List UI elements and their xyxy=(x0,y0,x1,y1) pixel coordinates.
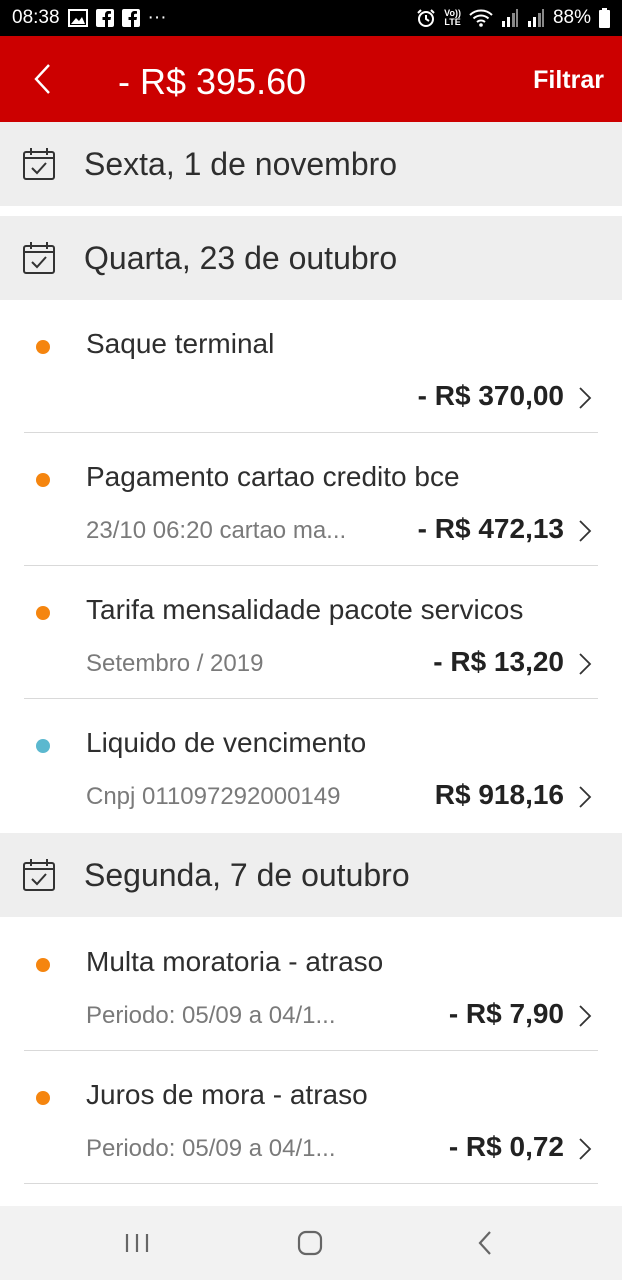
transaction-subtitle: Setembro / 2019 xyxy=(86,650,264,677)
more-notifications-icon: ··· xyxy=(147,7,167,28)
transaction-amount: - R$ 7,90 xyxy=(448,998,564,1029)
system-back-button[interactable] xyxy=(465,1226,505,1260)
balance-title: - R$ 395.60 xyxy=(118,61,307,102)
status-time: 08:38 xyxy=(12,7,60,28)
facebook-icon xyxy=(95,9,114,27)
transaction-amount: - R$ 370,00 xyxy=(417,380,564,411)
gallery-icon xyxy=(67,9,88,27)
date-label: Quarta, 23 de outubro xyxy=(84,239,398,276)
signal-icon xyxy=(501,9,519,27)
transaction-status-dot xyxy=(36,958,50,972)
back-arrow-icon xyxy=(34,64,50,94)
date-header: Segunda, 7 de outubro xyxy=(0,833,622,917)
chevron-right-icon xyxy=(579,387,592,409)
system-nav-bar xyxy=(0,1206,622,1280)
transaction-row[interactable]: Saque terminal - R$ 370,00 xyxy=(0,300,622,433)
transaction-status-dot xyxy=(36,340,50,354)
app-header: - R$ 395.60 Filtrar xyxy=(0,36,622,122)
transaction-subtitle: Cnpj 011097292000149 xyxy=(86,783,341,810)
back-icon xyxy=(478,1231,491,1255)
transaction-subtitle: 23/10 06:20 cartao ma... xyxy=(86,517,347,544)
wifi-icon xyxy=(469,9,493,27)
transaction-row[interactable]: Tarifa mensalidade pacote servicos Setem… xyxy=(0,566,622,699)
transaction-row[interactable]: Multa moratoria - atraso Periodo: 05/09 … xyxy=(0,918,622,1051)
chevron-right-icon xyxy=(579,653,592,675)
date-header: Quarta, 23 de outubro xyxy=(0,216,622,300)
home-icon xyxy=(297,1230,323,1256)
transaction-amount: - R$ 0,72 xyxy=(448,1131,564,1162)
home-button[interactable] xyxy=(290,1226,330,1260)
transaction-subtitle: Periodo: 05/09 a 04/1... xyxy=(86,1135,336,1162)
chevron-right-icon xyxy=(579,786,592,808)
transaction-amount: - R$ 13,20 xyxy=(433,646,564,677)
date-header: Sexta, 1 de novembro xyxy=(0,122,622,206)
date-label: Segunda, 7 de outubro xyxy=(84,856,410,893)
calendar-icon xyxy=(23,242,55,274)
transaction-title: Pagamento cartao credito bce xyxy=(86,461,460,492)
transaction-row[interactable]: Juros de mora - atraso Periodo: 05/09 a … xyxy=(0,1051,622,1184)
transaction-title: Juros de mora - atraso xyxy=(86,1079,368,1110)
transaction-title: Liquido de vencimento xyxy=(86,727,367,758)
chevron-right-icon xyxy=(579,1138,592,1160)
transaction-status-dot xyxy=(36,473,50,487)
transaction-row[interactable]: Pagamento cartao credito bce 23/10 06:20… xyxy=(0,433,622,566)
volte-indicator: Vo)) LTE xyxy=(444,8,461,27)
calendar-icon xyxy=(23,859,55,891)
chevron-right-icon xyxy=(579,1005,592,1027)
transaction-status-dot xyxy=(36,739,50,753)
battery-icon xyxy=(599,8,610,28)
recent-apps-icon xyxy=(125,1234,149,1252)
calendar-icon xyxy=(23,148,55,180)
transaction-subtitle: Periodo: 05/09 a 04/1... xyxy=(86,1002,336,1029)
transaction-amount: - R$ 472,13 xyxy=(417,513,564,544)
divider xyxy=(24,1183,598,1184)
status-bar: 08:38 ··· Vo)) LTE 88% xyxy=(0,0,622,36)
facebook-icon xyxy=(121,9,140,27)
transaction-title: Multa moratoria - atraso xyxy=(86,946,384,977)
alarm-icon xyxy=(416,8,436,28)
chevron-right-icon xyxy=(579,520,592,542)
transaction-title: Saque terminal xyxy=(86,328,275,359)
filter-button[interactable]: Filtrar xyxy=(533,64,604,96)
transaction-amount: R$ 918,16 xyxy=(434,779,564,810)
transaction-status-dot xyxy=(36,606,50,620)
transaction-row[interactable]: Liquido de vencimento Cnpj 0110972920001… xyxy=(0,699,622,832)
signal-icon xyxy=(527,9,545,27)
back-button[interactable] xyxy=(24,58,60,100)
date-label: Sexta, 1 de novembro xyxy=(84,145,398,182)
recent-apps-button[interactable] xyxy=(117,1226,157,1260)
battery-percent: 88% xyxy=(552,7,591,28)
transaction-status-dot xyxy=(36,1091,50,1105)
transaction-title: Tarifa mensalidade pacote servicos xyxy=(86,594,524,625)
